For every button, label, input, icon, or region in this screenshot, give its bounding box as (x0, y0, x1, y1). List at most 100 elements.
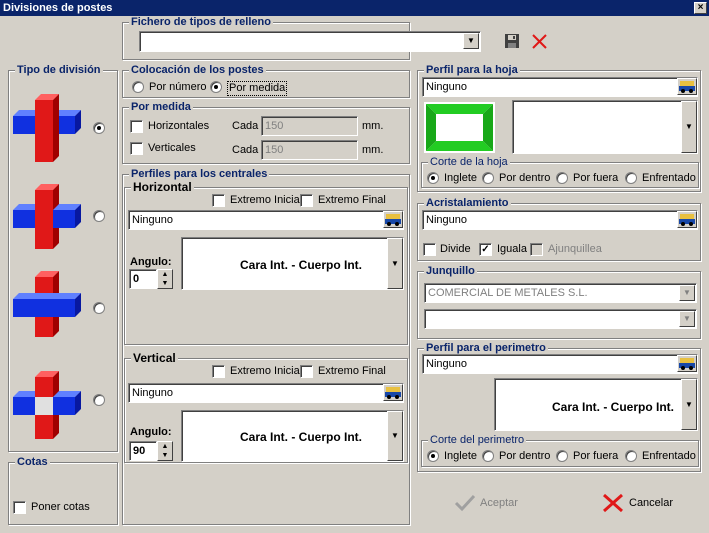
ajunquillea-checkbox (530, 243, 543, 256)
fichero-legend: Fichero de tipos de relleno (129, 16, 273, 29)
tipo-division-radio-3[interactable] (93, 302, 105, 314)
vertical-extremo-inicial-label: Extremo Inicial (230, 365, 303, 377)
iguala-checkbox[interactable]: ✓ (479, 243, 492, 256)
cross-red-vertical-icon (12, 183, 82, 250)
corte-hoja-por-fuera-radio[interactable] (556, 172, 568, 184)
corte-perimetro-por-fuera-label: Por fuera (573, 450, 619, 462)
junquillo-legend: Junquillo (424, 265, 477, 278)
por-numero-label: Por número (149, 81, 207, 93)
tipo-division-radio-2[interactable] (93, 210, 105, 222)
corte-perimetro-enfrentado-radio[interactable] (625, 450, 637, 462)
search-car-icon[interactable] (677, 78, 697, 95)
chevron-down-icon[interactable]: ▼ (679, 311, 695, 327)
verticales-checkbox[interactable] (130, 142, 143, 155)
tipo-division-radio-4[interactable] (93, 394, 105, 406)
corte-perimetro-legend: Corte del perimetro (428, 434, 527, 447)
tipo-division-legend: Tipo de división (15, 64, 103, 77)
vertical-angulo-spinner[interactable]: ▲ ▼ (157, 441, 173, 461)
search-car-icon[interactable] (677, 211, 697, 228)
perfil-perimetro-input[interactable]: Ninguno (422, 354, 698, 374)
corte-perimetro-por-fuera-radio[interactable] (556, 450, 568, 462)
cotas-legend: Cotas (15, 456, 50, 469)
cotas-group: Cotas (8, 456, 118, 525)
vertical-cara-dropdown[interactable]: ▼ (387, 411, 403, 461)
tipo-division-radio-1[interactable] (93, 122, 105, 134)
horizontal-angulo-label: Angulo: (130, 256, 172, 268)
por-medida-legend: Por medida (129, 101, 193, 114)
corte-perimetro-enfrentado-label: Enfrentado (642, 450, 696, 462)
vertical-extremo-final-label: Extremo Final (318, 365, 386, 377)
vertical-extremo-final-checkbox[interactable] (300, 365, 313, 378)
por-medida-label: Por medida (227, 81, 288, 96)
divide-label: Divide (440, 243, 471, 255)
corte-perimetro-por-dentro-radio[interactable] (482, 450, 494, 462)
junquillo-combo[interactable]: COMERCIAL DE METALES S.L. ▼ (424, 283, 697, 303)
horizontal-extremo-inicial-label: Extremo Inicial (230, 194, 303, 206)
vertical-cara-text: Cara Int. - Cuerpo Int. (240, 430, 363, 444)
corte-hoja-por-dentro-radio[interactable] (482, 172, 494, 184)
floppy-disk-icon[interactable] (504, 33, 520, 49)
colocacion-legend: Colocación de los postes (129, 64, 266, 77)
red-x-icon (603, 493, 623, 513)
search-car-icon[interactable] (383, 384, 403, 401)
poner-cotas-checkbox[interactable] (13, 501, 26, 514)
corte-hoja-por-fuera-label: Por fuera (573, 172, 619, 184)
corte-hoja-por-dentro-label: Por dentro (499, 172, 551, 184)
aceptar-label: Aceptar (480, 497, 518, 509)
horizontal-extremo-inicial-checkbox[interactable] (212, 194, 225, 207)
verticales-cada-input[interactable]: 150 (261, 140, 358, 160)
horizontal-extremo-final-checkbox[interactable] (300, 194, 313, 207)
perfil-hoja-input[interactable]: Ninguno (422, 77, 698, 97)
corte-perimetro-inglete-radio[interactable] (427, 450, 439, 462)
chevron-down-icon[interactable]: ▼ (679, 285, 695, 301)
horizontal-extremo-final-label: Extremo Final (318, 194, 386, 206)
horizontal-cara-dropdown[interactable]: ▼ (387, 238, 403, 289)
corte-hoja-inglete-label: Inglete (444, 172, 478, 184)
corte-perimetro-por-dentro-label: Por dentro (499, 450, 551, 462)
corte-hoja-enfrentado-radio[interactable] (625, 172, 637, 184)
acristalamiento-legend: Acristalamiento (424, 197, 511, 210)
horizontales-cada-label: Cada (232, 120, 259, 132)
corte-hoja-inglete-radio[interactable] (427, 172, 439, 184)
junquillo-combo-2[interactable]: ▼ (424, 309, 697, 329)
acristalamiento-input[interactable]: Ninguno (422, 210, 698, 230)
cancelar-button[interactable]: Cancelar (596, 490, 686, 516)
horizontal-perfil-input[interactable]: Ninguno (128, 210, 404, 230)
vertical-extremo-inicial-checkbox[interactable] (212, 365, 225, 378)
cross-red-vertical-front-icon (12, 93, 82, 165)
horizontal-angulo-spinner[interactable]: ▲ ▼ (157, 269, 173, 289)
horizontales-checkbox[interactable] (130, 120, 143, 133)
search-car-icon[interactable] (677, 355, 697, 372)
search-car-icon[interactable] (383, 211, 403, 228)
por-medida-radio[interactable] (210, 81, 222, 93)
ajunquillea-label: Ajunquillea (548, 243, 602, 255)
horizontal-cara-text: Cara Int. - Cuerpo Int. (240, 258, 363, 272)
corte-perimetro-inglete-label: Inglete (444, 450, 478, 462)
cross-blue-horizontal-front-icon (12, 270, 82, 338)
frame-preview-icon (424, 102, 495, 153)
poner-cotas-label: Poner cotas (31, 501, 90, 513)
por-numero-radio[interactable] (132, 81, 144, 93)
vertical-perfil-input[interactable]: Ninguno (128, 383, 404, 403)
perfil-hoja-preview-box[interactable] (512, 100, 698, 154)
horizontales-label: Horizontales (148, 120, 210, 132)
vertical-angulo-input[interactable]: 90 (129, 441, 157, 461)
fichero-combo[interactable]: ▼ (139, 31, 481, 52)
aceptar-button[interactable]: Aceptar (448, 490, 532, 516)
close-button[interactable]: × (694, 2, 707, 14)
perfil-perimetro-dropdown[interactable]: ▼ (681, 379, 697, 430)
vertical-legend: Vertical (131, 351, 178, 365)
corte-hoja-legend: Corte de la hoja (428, 156, 510, 169)
perfil-hoja-dropdown[interactable]: ▼ (681, 101, 697, 153)
horizontales-cada-input[interactable]: 150 (261, 116, 358, 136)
chevron-down-icon[interactable]: ▼ (463, 33, 479, 49)
divide-checkbox[interactable] (423, 243, 436, 256)
horizontal-angulo-input[interactable]: 0 (129, 269, 157, 289)
corte-hoja-enfrentado-label: Enfrentado (642, 172, 696, 184)
iguala-label: Iguala (497, 243, 527, 255)
cross-split-icon (12, 370, 82, 442)
verticales-cada-label: Cada (232, 144, 259, 156)
red-x-icon[interactable] (531, 33, 548, 50)
horizontal-legend: Horizontal (131, 180, 194, 194)
window-title: Divisiones de postes (3, 2, 113, 14)
